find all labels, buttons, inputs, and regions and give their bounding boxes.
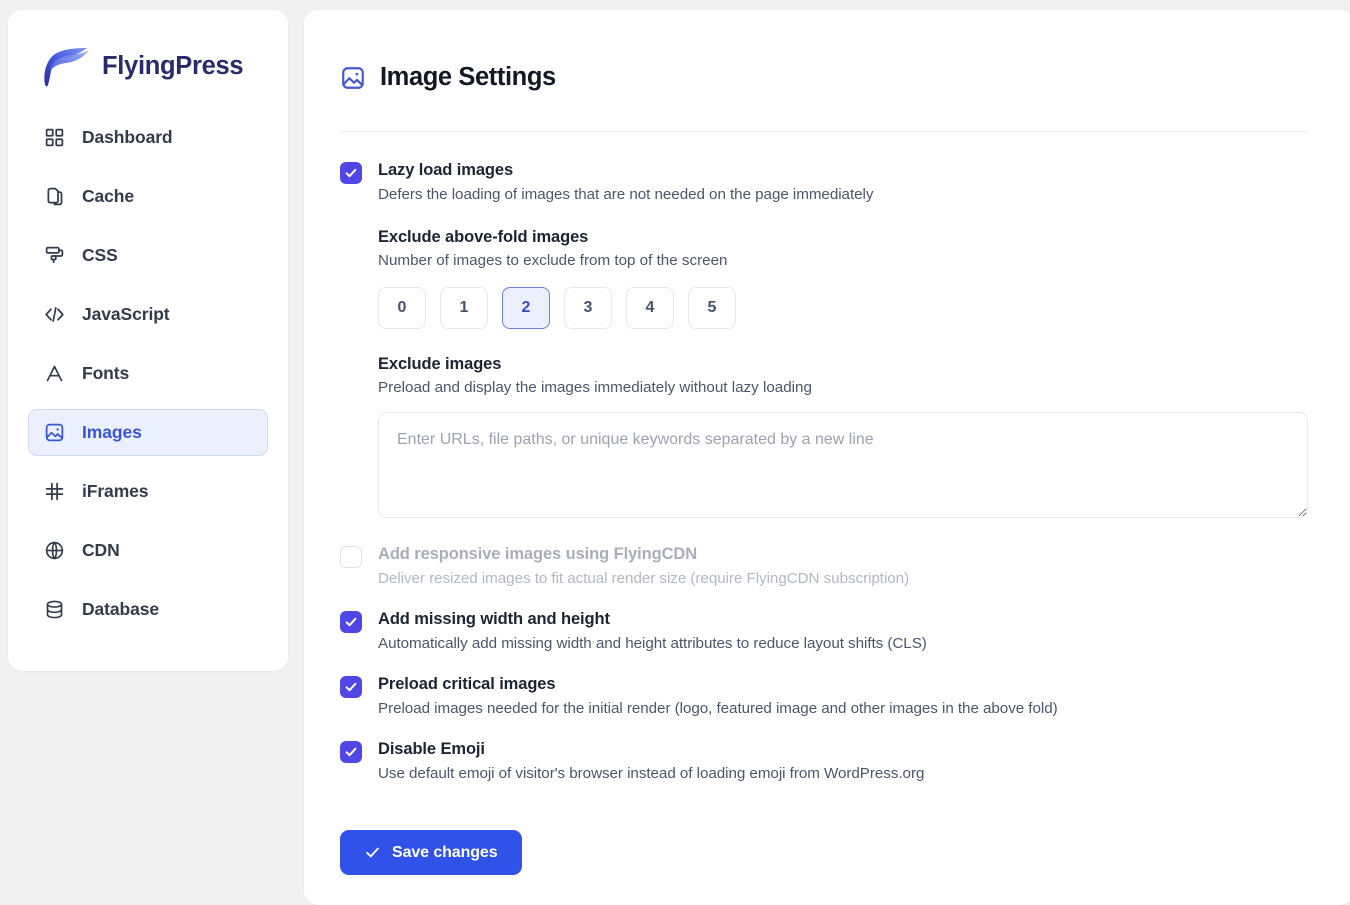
option-description: Use default emoji of visitor's browser i… xyxy=(378,763,924,785)
letter-a-icon xyxy=(43,363,65,385)
lazy-load-images-checkbox[interactable] xyxy=(340,162,362,184)
exclude-count-option-4[interactable]: 4 xyxy=(626,287,674,329)
brand-logo[interactable]: FlyingPress xyxy=(8,10,288,114)
exclude-images-input-wrap xyxy=(378,412,1308,518)
check-icon xyxy=(364,844,381,861)
section-description: Preload and display the images immediate… xyxy=(378,377,1308,398)
sidebar-item-label: CDN xyxy=(82,540,120,561)
sidebar-item-label: Fonts xyxy=(82,363,129,384)
paint-roller-icon xyxy=(43,245,65,267)
option-title: Lazy load images xyxy=(378,160,873,181)
option-title: Add missing width and height xyxy=(378,609,927,630)
sidebar-item-cache[interactable]: Cache xyxy=(28,173,268,220)
section-title: Exclude images xyxy=(378,355,1308,374)
sidebar-item-label: JavaScript xyxy=(82,304,170,325)
sidebar-item-label: iFrames xyxy=(82,481,148,502)
frame-icon xyxy=(43,481,65,503)
exclude-above-fold-options: 0 1 2 3 4 5 xyxy=(378,287,1308,329)
option-description: Automatically add missing width and heig… xyxy=(378,633,927,655)
option-text: Add missing width and height Automatical… xyxy=(378,609,927,655)
sidebar-item-database[interactable]: Database xyxy=(28,586,268,633)
section-title: Exclude above-fold images xyxy=(378,228,1308,247)
exclude-count-option-1[interactable]: 1 xyxy=(440,287,488,329)
option-description: Defers the loading of images that are no… xyxy=(378,184,873,206)
section-description: Number of images to exclude from top of … xyxy=(378,250,1308,271)
sidebar-item-fonts[interactable]: Fonts xyxy=(28,350,268,397)
option-title: Preload critical images xyxy=(378,674,1058,695)
option-title: Add responsive images using FlyingCDN xyxy=(378,544,909,565)
option-text: Disable Emoji Use default emoji of visit… xyxy=(378,739,924,785)
sidebar-item-cdn[interactable]: CDN xyxy=(28,527,268,574)
sidebar-item-label: CSS xyxy=(82,245,118,266)
option-title: Disable Emoji xyxy=(378,739,924,760)
image-icon xyxy=(43,422,65,444)
exclude-count-option-3[interactable]: 3 xyxy=(564,287,612,329)
exclude-count-option-5[interactable]: 5 xyxy=(688,287,736,329)
sidebar-item-label: Cache xyxy=(82,186,134,207)
save-changes-label: Save changes xyxy=(392,844,498,862)
page-title: Image Settings xyxy=(380,63,556,92)
app-root: FlyingPress Dashboard xyxy=(0,0,1350,887)
add-missing-width-height-checkbox[interactable] xyxy=(340,611,362,633)
sidebar-item-javascript[interactable]: JavaScript xyxy=(28,291,268,338)
sidebar-nav: Dashboard Cache xyxy=(8,114,288,633)
main-panel: Image Settings Lazy load images Defers t… xyxy=(304,10,1350,905)
option-lazy-load-images[interactable]: Lazy load images Defers the loading of i… xyxy=(340,160,1308,206)
save-changes-button[interactable]: Save changes xyxy=(340,830,522,875)
option-text: Lazy load images Defers the loading of i… xyxy=(378,160,873,206)
sidebar-item-label: Images xyxy=(82,422,142,443)
copy-icon xyxy=(43,186,65,208)
exclude-images-section: Exclude images Preload and display the i… xyxy=(378,355,1308,518)
exclude-above-fold-section: Exclude above-fold images Number of imag… xyxy=(378,228,1308,329)
code-brackets-icon xyxy=(43,304,65,326)
option-text: Preload critical images Preload images n… xyxy=(378,674,1058,720)
database-icon xyxy=(43,599,65,621)
page-header: Image Settings xyxy=(340,40,1308,132)
sidebar: FlyingPress Dashboard xyxy=(8,10,288,671)
option-description: Preload images needed for the initial re… xyxy=(378,698,1058,720)
exclude-count-option-0[interactable]: 0 xyxy=(378,287,426,329)
check-icon xyxy=(344,745,358,759)
sidebar-item-images[interactable]: Images xyxy=(28,409,268,456)
option-disable-emoji[interactable]: Disable Emoji Use default emoji of visit… xyxy=(340,739,1308,785)
image-icon xyxy=(340,65,366,91)
option-add-missing-width-height[interactable]: Add missing width and height Automatical… xyxy=(340,609,1308,655)
sidebar-item-iframes[interactable]: iFrames xyxy=(28,468,268,515)
sidebar-item-dashboard[interactable]: Dashboard xyxy=(28,114,268,161)
disable-emoji-checkbox[interactable] xyxy=(340,741,362,763)
responsive-images-checkbox[interactable] xyxy=(340,546,362,568)
brand-name: FlyingPress xyxy=(102,52,243,81)
globe-icon xyxy=(43,540,65,562)
preload-critical-images-checkbox[interactable] xyxy=(340,676,362,698)
check-icon xyxy=(344,680,358,694)
option-responsive-images-flyingcdn[interactable]: Add responsive images using FlyingCDN De… xyxy=(340,544,1308,590)
flyingpress-logo-icon xyxy=(39,44,91,88)
option-text: Add responsive images using FlyingCDN De… xyxy=(378,544,909,590)
option-preload-critical-images[interactable]: Preload critical images Preload images n… xyxy=(340,674,1308,720)
sidebar-item-label: Dashboard xyxy=(82,127,173,148)
exclude-count-option-2[interactable]: 2 xyxy=(502,287,550,329)
exclude-images-textarea[interactable] xyxy=(378,412,1308,518)
sidebar-item-label: Database xyxy=(82,599,159,620)
check-icon xyxy=(344,166,358,180)
check-icon xyxy=(344,615,358,629)
sidebar-item-css[interactable]: CSS xyxy=(28,232,268,279)
option-description: Deliver resized images to fit actual ren… xyxy=(378,568,909,590)
grid-icon xyxy=(43,127,65,149)
